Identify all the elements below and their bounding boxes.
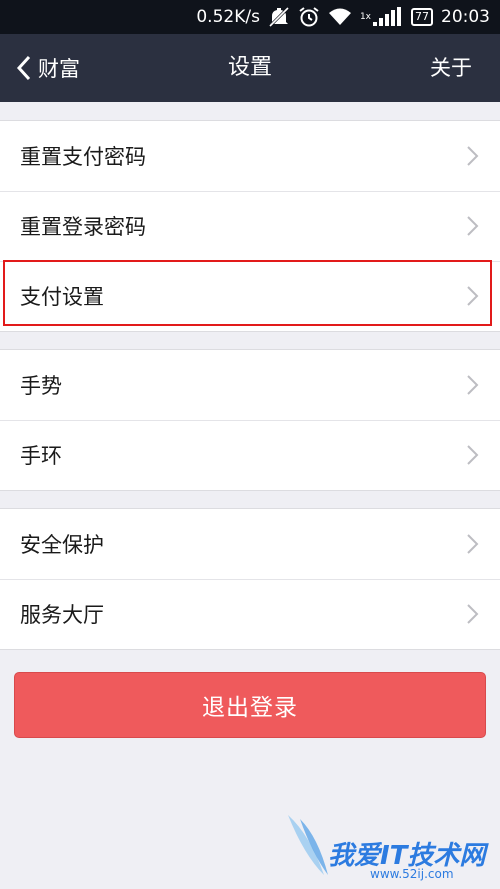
settings-group-password: 重置支付密码 重置登录密码 支付设置: [0, 120, 500, 332]
security-protection-item[interactable]: 安全保护: [0, 509, 500, 579]
service-hall-item[interactable]: 服务大厅: [0, 579, 500, 649]
reset-pay-password-item[interactable]: 重置支付密码: [0, 121, 500, 191]
gesture-item[interactable]: 手势: [0, 350, 500, 420]
chevron-left-icon: [16, 55, 31, 81]
chevron-right-icon: [467, 216, 479, 236]
back-label: 财富: [38, 57, 80, 81]
alarm-icon: [298, 6, 320, 28]
network-speed: 0.52K/s: [196, 7, 260, 27]
about-button[interactable]: 关于: [430, 34, 472, 102]
mute-icon: [268, 7, 290, 27]
watermark-url: www.52ij.com: [370, 867, 454, 881]
chevron-right-icon: [467, 604, 479, 624]
list-item-label: 支付设置: [20, 285, 104, 309]
list-item-label: 手环: [20, 444, 62, 468]
payment-settings-item[interactable]: 支付设置: [0, 261, 500, 331]
sim-label: 1x: [359, 12, 371, 22]
back-button[interactable]: 财富: [16, 34, 80, 102]
nav-bar: 财富 设置 关于: [0, 34, 500, 102]
list-item-label: 重置支付密码: [20, 145, 146, 169]
reset-login-password-item[interactable]: 重置登录密码: [0, 191, 500, 261]
list-item-label: 安全保护: [20, 533, 104, 557]
wifi-icon: [328, 7, 352, 27]
list-item-label: 手势: [20, 374, 62, 398]
battery-icon: 77: [411, 8, 433, 26]
list-item-label: 服务大厅: [20, 603, 104, 627]
watermark: 我爱IT技术网 www.52ij.com: [280, 805, 500, 889]
chevron-right-icon: [467, 375, 479, 395]
battery-level: 77: [415, 10, 429, 23]
status-bar: 0.52K/s 1x 77 20:03: [0, 0, 500, 34]
signal-icon: 1x: [360, 7, 403, 27]
chevron-right-icon: [467, 146, 479, 166]
logout-button[interactable]: 退出登录: [14, 672, 486, 738]
list-item-label: 重置登录密码: [20, 215, 146, 239]
chevron-right-icon: [467, 286, 479, 306]
clock: 20:03: [441, 7, 490, 27]
settings-group-gesture: 手势 手环: [0, 349, 500, 491]
settings-group-security: 安全保护 服务大厅: [0, 508, 500, 650]
chevron-right-icon: [467, 445, 479, 465]
chevron-right-icon: [467, 534, 479, 554]
wristband-item[interactable]: 手环: [0, 420, 500, 490]
